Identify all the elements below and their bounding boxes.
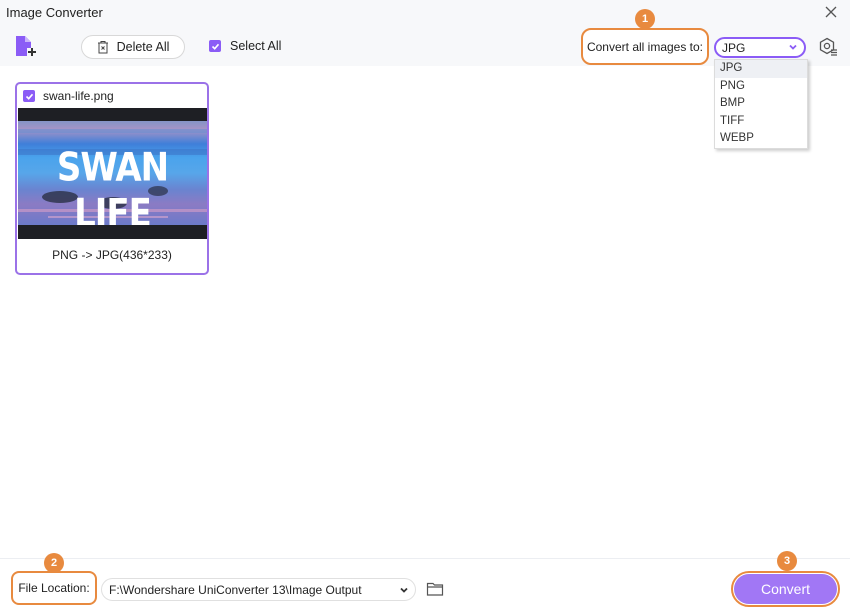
open-folder-button[interactable] [426, 581, 444, 597]
chevron-down-icon [400, 587, 408, 593]
convert-button[interactable]: Convert [734, 574, 837, 604]
file-location-label: File Location: [18, 581, 90, 595]
step-badge-2: 2 [44, 553, 64, 573]
delete-all-button[interactable]: Delete All [81, 35, 185, 59]
convert-all-label: Convert all images to: [586, 39, 704, 54]
close-button[interactable] [822, 3, 840, 21]
file-location-label-highlight: File Location: [11, 571, 97, 605]
convert-all-label-highlight: Convert all images to: [581, 28, 709, 65]
thumbnail-title-text: SWAN LIFE [56, 145, 169, 225]
folder-icon [426, 582, 444, 596]
footer-divider [0, 558, 850, 559]
window-title: Image Converter [6, 5, 103, 20]
trash-icon [97, 41, 108, 54]
title-bar: Image Converter [0, 0, 850, 28]
format-select[interactable]: JPG [714, 37, 806, 58]
step-badge-1: 1 [635, 9, 655, 29]
format-dropdown-list: JPG PNG BMP TIFF WEBP [714, 59, 808, 149]
step-badge-3: 3 [777, 551, 797, 571]
close-icon [825, 6, 837, 18]
select-all-label: Select All [230, 39, 282, 53]
add-file-button[interactable] [14, 34, 40, 60]
settings-button[interactable] [817, 36, 839, 58]
file-card-header: swan-life.png [23, 89, 114, 103]
format-select-value: JPG [722, 40, 746, 55]
file-thumbnail: SWAN LIFE [18, 108, 207, 239]
format-option-tiff[interactable]: TIFF [715, 113, 807, 131]
format-option-webp[interactable]: WEBP [715, 130, 807, 148]
format-option-png[interactable]: PNG [715, 78, 807, 96]
thumbnail-image: SWAN LIFE [18, 121, 207, 225]
file-name: swan-life.png [43, 89, 114, 103]
file-checkbox[interactable] [23, 90, 35, 102]
format-option-bmp[interactable]: BMP [715, 95, 807, 113]
settings-icon [819, 37, 837, 56]
select-all-checkbox[interactable]: Select All [209, 39, 281, 53]
format-option-jpg[interactable]: JPG [715, 60, 807, 78]
conversion-info: PNG -> JPG(436*233) [52, 248, 172, 262]
chevron-down-icon [789, 44, 797, 50]
delete-all-label: Delete All [116, 40, 170, 54]
add-file-icon [16, 36, 36, 56]
checkbox-checked-icon [209, 40, 221, 52]
output-path-select[interactable]: F:\Wondershare UniConverter 13\Image Out… [101, 578, 416, 601]
output-path-value: F:\Wondershare UniConverter 13\Image Out… [109, 582, 362, 597]
file-card[interactable]: swan-life.png SWAN LIFE PNG -> JPG(436*2… [15, 82, 209, 275]
